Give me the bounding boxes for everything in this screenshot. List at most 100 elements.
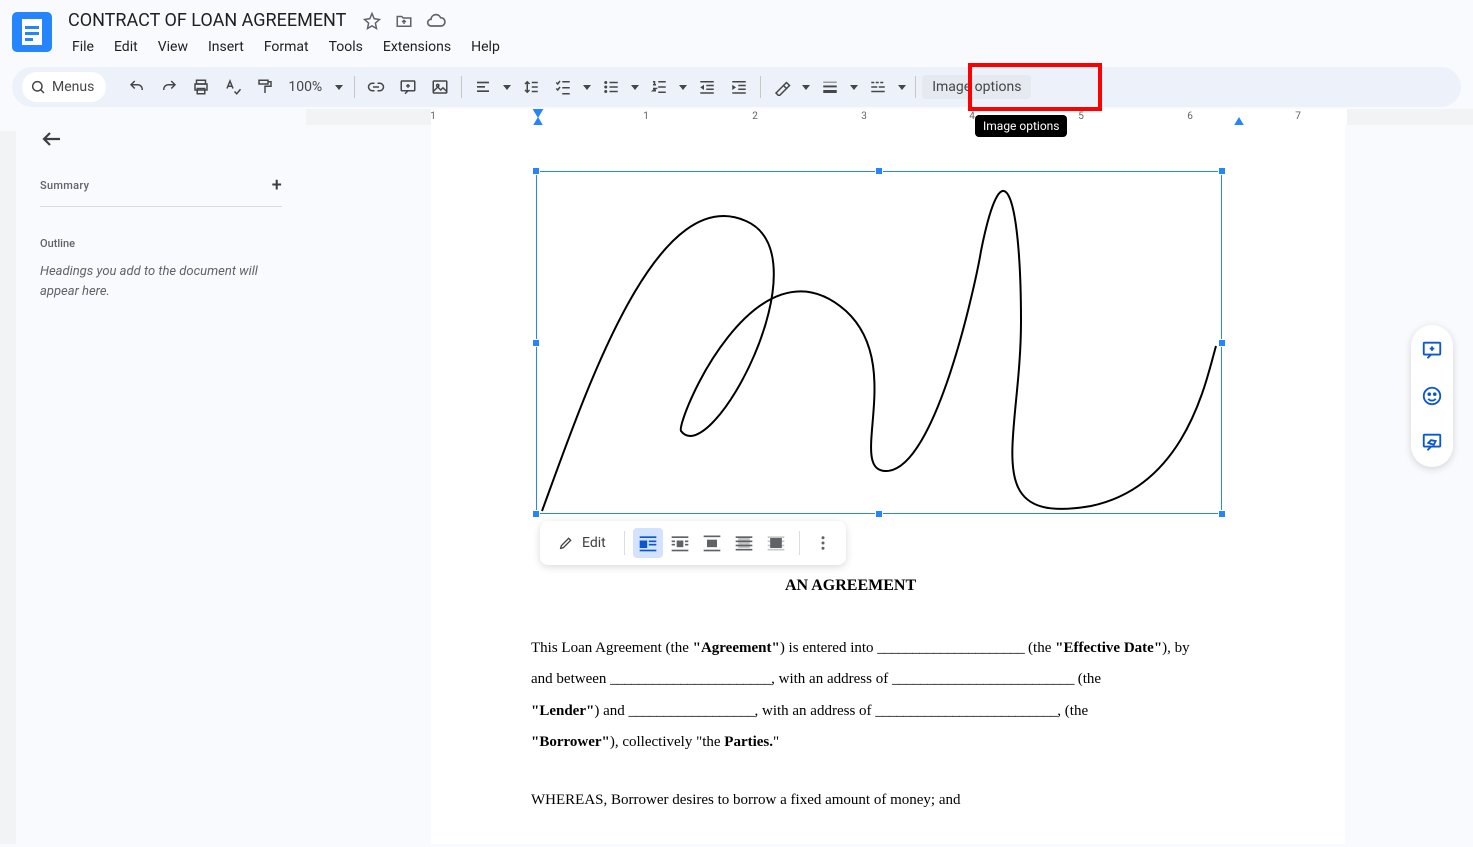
toolbar-separator [915,76,916,98]
wrap-inline-button[interactable] [633,528,663,558]
image-options-button[interactable]: Image options [922,75,1031,99]
redo-button[interactable] [154,72,184,102]
align-caret[interactable] [500,72,514,102]
zoom-value: 100% [288,79,322,95]
ruler-number: 1 [430,111,436,122]
image-options-tooltip: Image options [975,115,1067,137]
toolbar-separator [354,76,355,98]
suggest-edits-button[interactable] [1417,427,1447,457]
checklist-caret[interactable] [580,72,594,102]
menu-extensions[interactable]: Extensions [375,35,459,59]
outline-help-text: Headings you add to the document will ap… [40,262,282,301]
resize-handle-br[interactable] [1218,510,1226,518]
menu-edit[interactable]: Edit [106,35,146,59]
insert-link-button[interactable] [361,72,391,102]
toolbar: Menus 100% Image options [12,67,1461,107]
summary-label: Summary [40,179,89,192]
ruler-number: 4 [969,111,975,122]
decrease-indent-button[interactable] [692,72,722,102]
border-weight-caret[interactable] [847,72,861,102]
numbered-list-button[interactable] [644,72,674,102]
toolbar-separator [799,531,800,555]
print-button[interactable] [186,72,216,102]
image-selection-box[interactable] [536,171,1222,514]
move-icon[interactable] [394,11,414,31]
image-border-weight-button[interactable] [815,72,845,102]
bulleted-list-button[interactable] [596,72,626,102]
increase-indent-button[interactable] [724,72,754,102]
spellcheck-button[interactable] [218,72,248,102]
ruler-number: 3 [861,111,867,122]
header: CONTRACT OF LOAN AGREEMENT File Edit Vie… [0,0,1473,59]
numbered-caret[interactable] [676,72,690,102]
bulleted-caret[interactable] [628,72,642,102]
wrap-text-button[interactable] [665,528,695,558]
menu-insert[interactable]: Insert [200,35,252,59]
horizontal-ruler[interactable]: 1 1 2 3 4 5 6 7 [306,109,1473,125]
resize-handle-tl[interactable] [532,167,540,175]
resize-handle-mr[interactable] [1218,339,1226,347]
resize-handle-ml[interactable] [532,339,540,347]
resize-handle-tr[interactable] [1218,167,1226,175]
ruler-number: 2 [752,111,758,122]
doc-paragraph: WHEREAS, Lender agrees to lend a fixed a… [531,842,1245,844]
star-icon[interactable] [362,11,382,31]
toolbar-separator [624,531,625,555]
menu-help[interactable]: Help [463,35,508,59]
outline-label: Outline [40,237,282,250]
resize-handle-bm[interactable] [875,510,883,518]
add-comment-button[interactable] [393,72,423,102]
wrap-behind-button[interactable] [729,528,759,558]
border-color-caret[interactable] [799,72,813,102]
line-spacing-button[interactable] [516,72,546,102]
doc-h1-fragment: AN AGREEMENT [785,569,1245,603]
doc-paragraph: and between _______________________, wit… [531,664,1245,696]
doc-paragraph: WHEREAS, Borrower desires to borrow a fi… [531,785,1245,817]
document-page[interactable]: Edit AN AGREEMENT This Lo [431,125,1345,844]
sidebar-back-button[interactable] [40,127,64,151]
ruler-number: 7 [1295,111,1301,122]
wrap-break-button[interactable] [697,528,727,558]
document-area: 1 1 2 3 4 5 6 7 [306,109,1473,844]
document-title[interactable]: CONTRACT OF LOAN AGREEMENT [64,8,350,33]
edit-label: Edit [582,535,606,551]
menu-tools[interactable]: Tools [321,35,371,59]
resize-handle-bl[interactable] [532,510,540,518]
search-menus-label: Menus [52,79,94,95]
resize-handle-tm[interactable] [875,167,883,175]
toolbar-separator [461,76,462,98]
image-more-options-button[interactable] [808,528,838,558]
image-floating-toolbar: Edit [540,521,846,565]
side-tools-panel [1411,325,1453,467]
menu-format[interactable]: Format [256,35,317,59]
emoji-reaction-button[interactable] [1417,381,1447,411]
zoom-dropdown-caret[interactable] [330,72,348,102]
doc-paragraph: "Lender") and __________________, with a… [531,696,1245,728]
doc-paragraph: "Borrower"), collectively "the Parties." [531,727,1245,759]
border-dash-caret[interactable] [895,72,909,102]
search-menus-button[interactable]: Menus [22,72,106,102]
doc-paragraph: This Loan Agreement (the "Agreement") is… [531,633,1245,665]
image-border-color-button[interactable] [767,72,797,102]
outline-sidebar: Summary + Outline Headings you add to th… [16,109,306,844]
ruler-number: 1 [643,111,649,122]
add-comment-side-button[interactable] [1417,335,1447,365]
edit-image-button[interactable]: Edit [548,535,616,551]
ruler-number: 6 [1187,111,1193,122]
vertical-ruler[interactable] [0,109,16,844]
add-summary-button[interactable]: + [272,175,282,196]
zoom-select[interactable]: 100% [282,79,328,95]
menu-file[interactable]: File [64,35,102,59]
paint-format-button[interactable] [250,72,280,102]
menu-view[interactable]: View [150,35,196,59]
insert-image-button[interactable] [425,72,455,102]
wrap-front-button[interactable] [761,528,791,558]
checklist-button[interactable] [548,72,578,102]
image-border-dash-button[interactable] [863,72,893,102]
ruler-number: 5 [1078,111,1084,122]
title-area: CONTRACT OF LOAN AGREEMENT File Edit Vie… [64,8,508,59]
undo-button[interactable] [122,72,152,102]
docs-app-icon[interactable] [12,12,52,52]
align-button[interactable] [468,72,498,102]
cloud-status-icon[interactable] [426,11,446,31]
